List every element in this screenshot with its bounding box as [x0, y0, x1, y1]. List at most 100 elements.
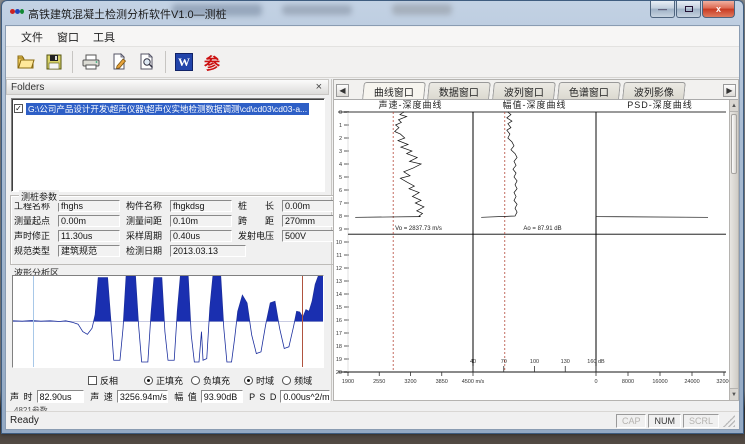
param-row: 声时修正 11.30us 采样周期 0.40us 发射电压 500V [14, 228, 334, 243]
scroll-down-icon[interactable]: ▼ [730, 388, 738, 400]
param-label: 发射电压 [238, 229, 282, 242]
x-tick-label: 160 dB [587, 359, 605, 365]
param-field[interactable]: 0.00m [282, 200, 334, 212]
chart-title: 声速-深度曲线 [379, 100, 443, 110]
scroll-indicator: SCRL [683, 414, 719, 428]
folders-list[interactable]: ✓ G:\公司产品设计开发\超声仪器\超声仪实地检测数据调测\cd\cd03\c… [11, 98, 325, 192]
toolbar-separator [72, 51, 73, 73]
close-pane-icon[interactable]: × [314, 82, 324, 92]
x-tick-label: 70 [501, 359, 507, 365]
print-preview-button[interactable] [135, 50, 159, 74]
param-field[interactable]: 500V [282, 230, 334, 242]
tab-scroll-right-icon[interactable]: ▶ [723, 84, 736, 97]
toolbar-separator [165, 51, 166, 73]
depth-tick-label: 11 [336, 253, 342, 259]
tab-data-window[interactable]: 数据窗口 [427, 82, 491, 99]
param-label: 采样周期 [126, 229, 170, 242]
psd-field[interactable]: 0.00us^2/m [280, 390, 330, 403]
maximize-button[interactable] [676, 1, 701, 18]
invert-checkbox[interactable] [88, 376, 97, 385]
param-field[interactable]: 0.40us [170, 230, 232, 242]
status-message: Ready [10, 415, 39, 426]
print-button[interactable] [79, 50, 103, 74]
tab-wavetrain-window[interactable]: 波列窗口 [492, 82, 556, 99]
param-row: 测量起点 0.00m 测量间距 0.10m 跨 距 270mm [14, 213, 334, 228]
waveform-plot[interactable] [12, 275, 324, 368]
save-button[interactable] [42, 50, 66, 74]
amplitude-field[interactable]: 93.90dB [201, 390, 243, 403]
depth-charts-svg: 01234567891011121314151617181920声速-深度曲线1… [334, 100, 734, 412]
left-cursor-line[interactable] [33, 276, 34, 367]
folders-header: Folders × [6, 79, 329, 95]
num-indicator: NUM [648, 414, 681, 428]
time-domain-label: 时域 [256, 374, 274, 387]
x-tick-label: 0 [594, 379, 597, 385]
param-field[interactable]: fhgkdsg [170, 200, 232, 212]
param-label: 声时修正 [14, 229, 58, 242]
tab-strip: ◀ 曲线窗口 数据窗口 波列窗口 色谱窗口 波列影像 ▶ [334, 80, 738, 100]
page-magnifier-icon [137, 52, 157, 72]
freq-domain-radio[interactable] [282, 376, 291, 385]
param-label: 构件名称 [126, 199, 170, 212]
statusbar: Ready CAP NUM SCRL [6, 411, 739, 429]
param-field[interactable]: 2013.03.13 [170, 245, 246, 257]
caps-indicator: CAP [616, 414, 647, 428]
x-tick-label: 3850 [436, 379, 448, 385]
right-cursor-line[interactable] [302, 276, 303, 367]
depth-tick-label: 6 [339, 188, 342, 194]
export-button[interactable] [107, 50, 131, 74]
time-domain-radio[interactable] [244, 376, 253, 385]
positive-fill-radio[interactable] [144, 376, 153, 385]
parameters-button[interactable]: 参 [200, 50, 224, 74]
scroll-up-icon[interactable]: ▲ [730, 100, 738, 112]
tab-spectrum-window[interactable]: 色谱窗口 [557, 82, 621, 99]
param-field[interactable]: 11.30us [58, 230, 120, 242]
param-field[interactable]: 0.00m [58, 215, 120, 227]
depth-curve [355, 112, 424, 217]
param-field[interactable]: 建筑规范 [58, 245, 120, 257]
param-field[interactable]: 0.10m [170, 215, 232, 227]
sound-time-field[interactable]: 82.90us [37, 390, 85, 403]
x-tick-label: 4500 m/s [462, 379, 485, 385]
waveform-svg [13, 276, 323, 367]
param-field[interactable]: 270mm [282, 215, 334, 227]
scrollbar-thumb[interactable] [731, 114, 737, 174]
menu-window[interactable]: 窗口 [50, 27, 86, 47]
negative-fill-radio[interactable] [191, 376, 200, 385]
menu-file[interactable]: 文件 [14, 27, 50, 47]
param-row: 工程名称 fhghs 构件名称 fhgkdsg 桩 长 0.00m [14, 198, 334, 213]
word-export-button[interactable]: W [172, 50, 196, 74]
window-title: 高铁建筑混凝土检测分析软件V1.0—测桩 [28, 6, 227, 22]
open-button[interactable] [14, 50, 38, 74]
file-checkbox[interactable]: ✓ [14, 104, 23, 113]
chart-scrollbar[interactable]: ▲ ▼ [729, 100, 738, 400]
x-tick-label: 16000 [652, 379, 667, 385]
menubar: 文件 窗口 工具 [6, 27, 739, 47]
close-button[interactable]: x [702, 1, 735, 18]
page-pencil-icon [109, 52, 129, 72]
list-item[interactable]: ✓ G:\公司产品设计开发\超声仪器\超声仪实地检测数据调测\cd\cd03\c… [14, 102, 322, 115]
depth-tick-label: 17 [336, 331, 342, 337]
sound-velocity-field[interactable]: 3256.94m/s [117, 390, 168, 403]
sound-time-label: 声 时 [10, 390, 34, 403]
depth-tick-label: 15 [336, 305, 342, 311]
depth-tick-label: 13 [336, 279, 342, 285]
x-tick-label: 24000 [684, 379, 699, 385]
save-floppy-icon [44, 52, 64, 72]
param-label: 跨 距 [238, 214, 282, 227]
app-window: 高铁建筑混凝土检测分析软件V1.0—测桩 — x 文件 窗口 工具 [1, 0, 744, 434]
x-tick-label: 1900 [342, 379, 354, 385]
depth-tick-label: 10 [336, 240, 342, 246]
tab-curve-window[interactable]: 曲线窗口 [362, 82, 426, 99]
depth-tick-label: 19 [336, 357, 342, 363]
minimize-button[interactable]: — [650, 1, 675, 18]
titlebar[interactable]: 高铁建筑混凝土检测分析软件V1.0—测桩 — x [2, 1, 743, 25]
tab-wavetrain-image[interactable]: 波列影像 [622, 82, 686, 99]
tab-scroll-left-icon[interactable]: ◀ [336, 84, 349, 97]
desktop-background: 高铁建筑混凝土检测分析软件V1.0—测桩 — x 文件 窗口 工具 [0, 0, 745, 444]
file-path[interactable]: G:\公司产品设计开发\超声仪器\超声仪实地检测数据调测\cd\cd03\cd0… [26, 103, 309, 115]
depth-tick-label: 14 [336, 292, 342, 298]
param-field[interactable]: fhghs [58, 200, 120, 212]
resize-grip[interactable] [723, 415, 735, 427]
menu-tools[interactable]: 工具 [86, 27, 122, 47]
